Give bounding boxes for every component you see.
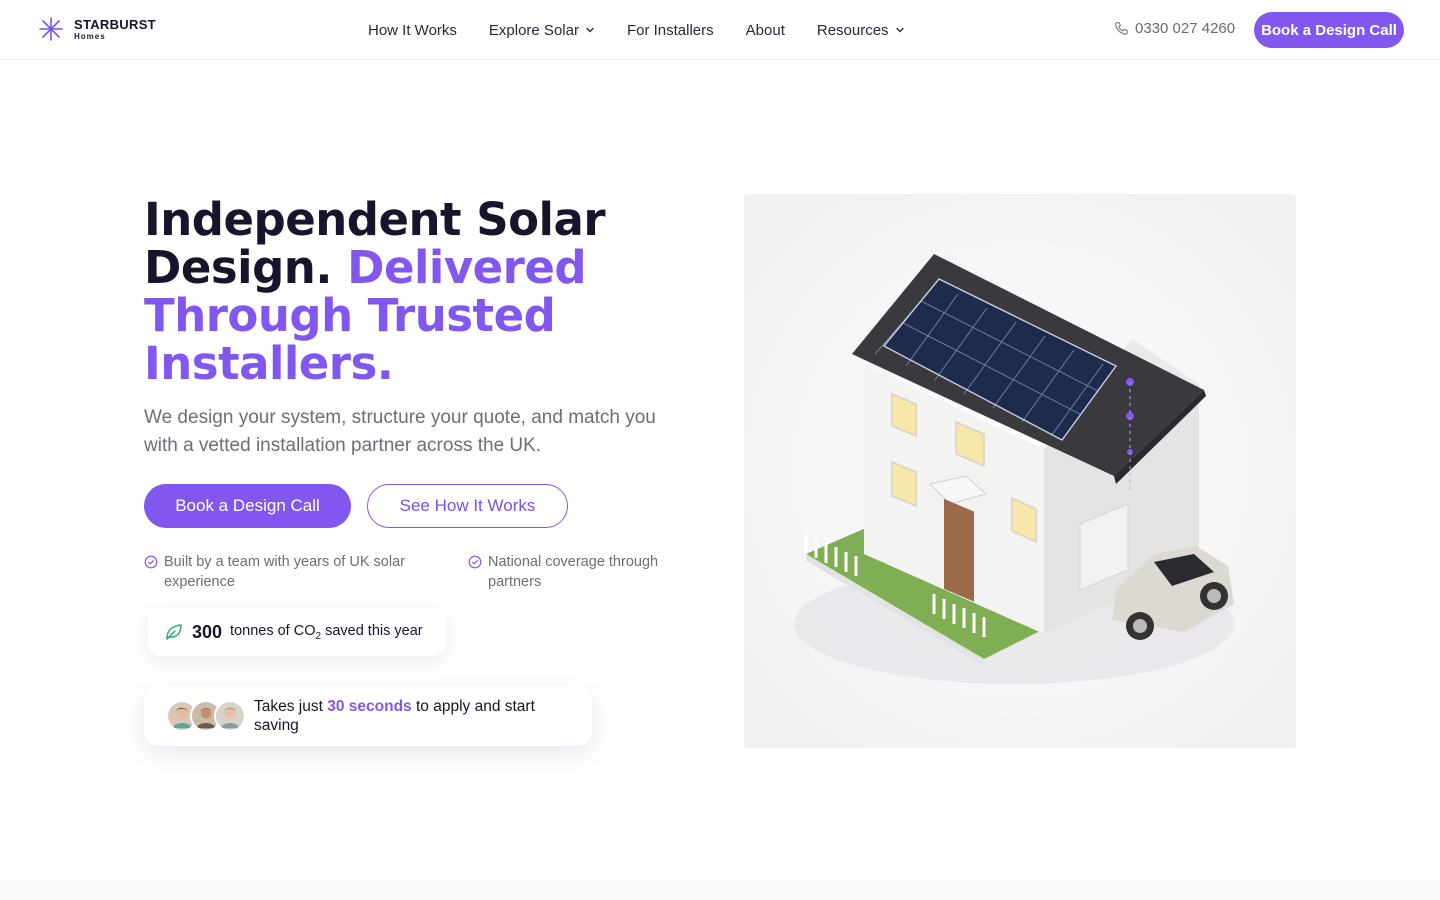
phone-icon [1115, 22, 1128, 35]
book-design-call-button[interactable]: Book a Design Call [144, 484, 351, 528]
solar-house-image [744, 194, 1296, 748]
co2-saved-card: 300 tonnes of CO2 saved this year [148, 608, 446, 656]
phone-number: 0330 027 4260 [1135, 20, 1236, 37]
check-circle-icon [468, 555, 482, 569]
co2-label: tonnes of CO2 saved this year [230, 622, 423, 642]
nav-link-for-installers[interactable]: For Installers [627, 22, 714, 39]
nav-link-label: About [745, 21, 785, 39]
apply-time-card: Takes just 30 seconds to apply and start… [144, 686, 592, 746]
hero-house-illustration [744, 194, 1296, 748]
top-navigation: STARBURST Homes How It Works Explore Sol… [0, 0, 1440, 60]
brand-logo[interactable]: STARBURST Homes [38, 16, 156, 42]
nav-links: How It Works Explore Solar For Installer… [368, 0, 905, 60]
nav-link-label: For Installers [626, 21, 714, 39]
brand-subtitle: Homes [74, 31, 106, 41]
feature-text: Built by a team with years of UK solar e… [164, 554, 405, 590]
nav-link-label: Explore Solar [488, 21, 579, 39]
chevron-down-icon [586, 27, 594, 33]
check-circle-icon [144, 555, 158, 569]
avatar [214, 700, 246, 732]
leaf-icon [166, 624, 182, 640]
feature-item: Built by a team with years of UK solar e… [144, 552, 434, 592]
feature-item: National coverage through partners [468, 552, 678, 592]
avatar-group [166, 700, 246, 732]
apply-time-text: Takes just 30 seconds to apply and start… [254, 698, 535, 734]
nav-link-resources[interactable]: Resources [817, 22, 905, 39]
starburst-logo-icon [39, 17, 63, 41]
feature-text: National coverage through partners [488, 554, 659, 590]
phone-link[interactable]: 0330 027 4260 [1114, 20, 1235, 37]
co2-number: 300 [192, 621, 223, 642]
nav-link-how-it-works[interactable]: How It Works [368, 22, 457, 39]
nav-link-explore-solar[interactable]: Explore Solar [489, 22, 595, 39]
next-section-edge [0, 880, 1440, 900]
nav-link-label: How It Works [368, 21, 457, 39]
hero-subtext: We design your system, structure your qu… [144, 407, 656, 456]
book-design-call-nav-button[interactable]: Book a Design Call [1254, 12, 1404, 48]
nav-link-label: Resources [816, 21, 889, 39]
see-how-it-works-button[interactable]: See How It Works [367, 484, 568, 528]
nav-link-about[interactable]: About [746, 22, 785, 39]
hero-headline: Independent Solar Design. Delivered Thro… [144, 196, 664, 388]
brand-name: STARBURST [74, 16, 156, 32]
chevron-down-icon [895, 27, 904, 33]
